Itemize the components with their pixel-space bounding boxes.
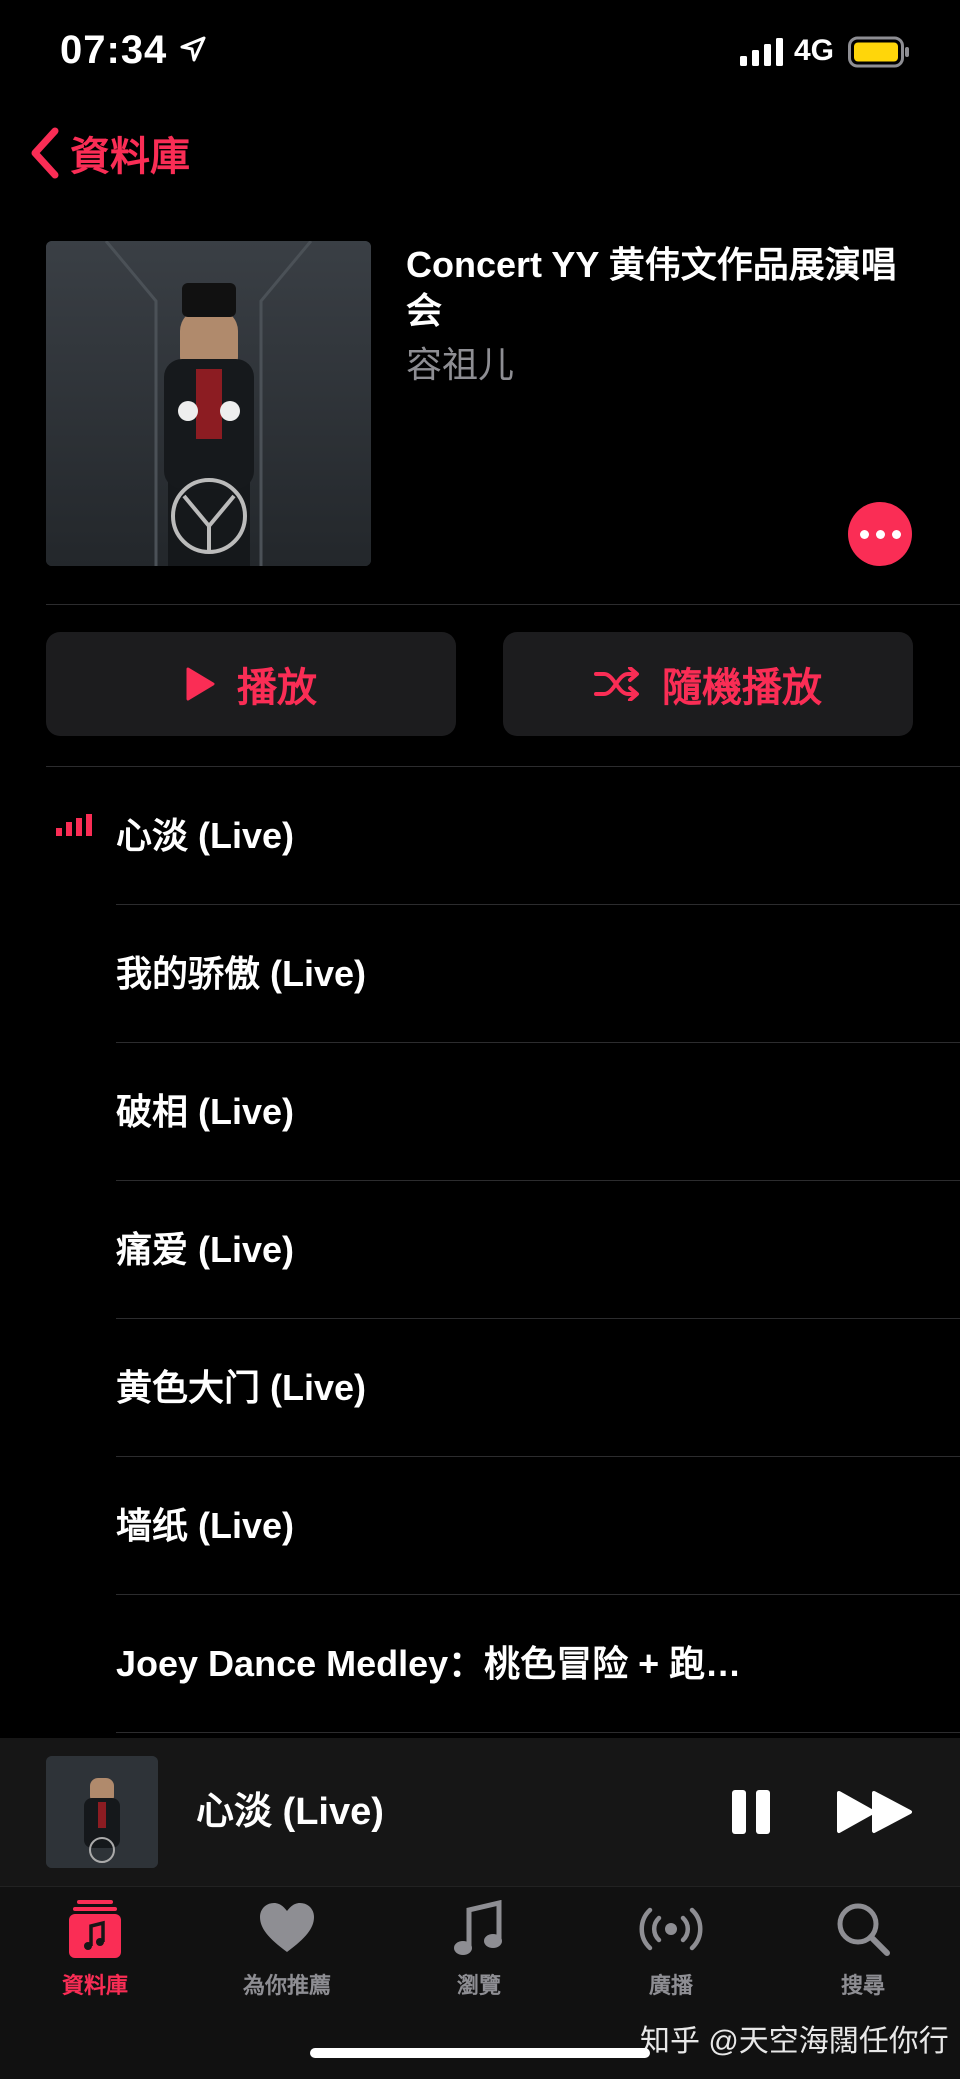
album-title: Concert YY 黄伟文作品展演唱会 [406,244,897,331]
header-divider [46,604,960,605]
track-divider [116,1732,960,1733]
library-icon [69,1900,121,1958]
status-time: 07:34 [60,28,168,72]
shuffle-button[interactable]: 隨機播放 [503,632,913,736]
tab-browse[interactable]: 瀏覽 [404,1900,554,2000]
home-indicator[interactable] [310,2048,650,2058]
watermark: 知乎 @天空海闊任你行 [640,2025,949,2058]
back-label: 資料庫 [70,135,190,179]
album-artist[interactable]: 容祖儿 [406,336,514,388]
track-row[interactable]: 破相 (Live) [116,1043,960,1181]
shuffle-icon [594,667,639,701]
tab-library[interactable]: 資料庫 [20,1900,170,2000]
album-artwork[interactable] [46,241,371,566]
tab-label: 瀏覽 [456,1973,501,1998]
mini-player-title: 心淡 (Live) [196,1791,384,1833]
location-arrow-icon [180,36,206,62]
track-title: 黄色大门 (Live) [116,1367,367,1408]
track-title: 破相 (Live) [116,1091,295,1132]
tab-for-you[interactable]: 為你推薦 [212,1900,362,2000]
now-playing-icon [56,814,92,836]
track-row[interactable]: 我的骄傲 (Live) [116,905,960,1043]
track-row[interactable]: 心淡 (Live) [116,767,960,905]
tab-radio[interactable]: 廣播 [596,1900,746,2000]
track-row[interactable]: 痛爱 (Live) [116,1181,960,1319]
tab-label: 搜尋 [840,1973,885,1998]
fast-forward-icon[interactable] [836,1790,914,1834]
mini-player-artwork[interactable] [46,1756,158,1868]
track-title: 我的骄傲 (Live) [116,953,367,994]
tab-search[interactable]: 搜尋 [788,1900,938,2000]
network-type: 4G [794,34,835,67]
music-note-icon [454,1900,502,1955]
track-title: 痛爱 (Live) [116,1229,295,1270]
play-label: 播放 [237,666,317,710]
ellipsis-icon [859,529,869,539]
tab-label: 為你推薦 [242,1973,331,1998]
track-row[interactable]: 墙纸 (Live) [116,1457,960,1595]
shuffle-label: 隨機播放 [662,666,822,710]
tab-label: 資料庫 [61,1973,128,1998]
tab-label: 廣播 [648,1973,693,1998]
chevron-left-icon [31,127,59,179]
play-icon [186,667,215,701]
back-button[interactable]: 資料庫 [28,124,190,182]
heart-icon [260,1903,314,1952]
battery-icon [848,36,909,68]
more-options-button[interactable] [848,502,912,566]
play-button[interactable]: 播放 [46,632,456,736]
cellular-signal-icon [740,38,783,66]
search-icon [837,1903,890,1956]
track-row[interactable]: 黄色大门 (Live) [116,1319,960,1457]
track-title: Joey Dance Medley：桃色冒险 + 跑… [116,1643,742,1684]
pause-icon[interactable] [730,1788,772,1836]
radio-icon [639,1907,703,1951]
track-title: 墙纸 (Live) [116,1505,295,1546]
track-row[interactable]: Joey Dance Medley：桃色冒险 + 跑… [116,1595,960,1733]
track-title: 心淡 (Live) [116,815,295,856]
